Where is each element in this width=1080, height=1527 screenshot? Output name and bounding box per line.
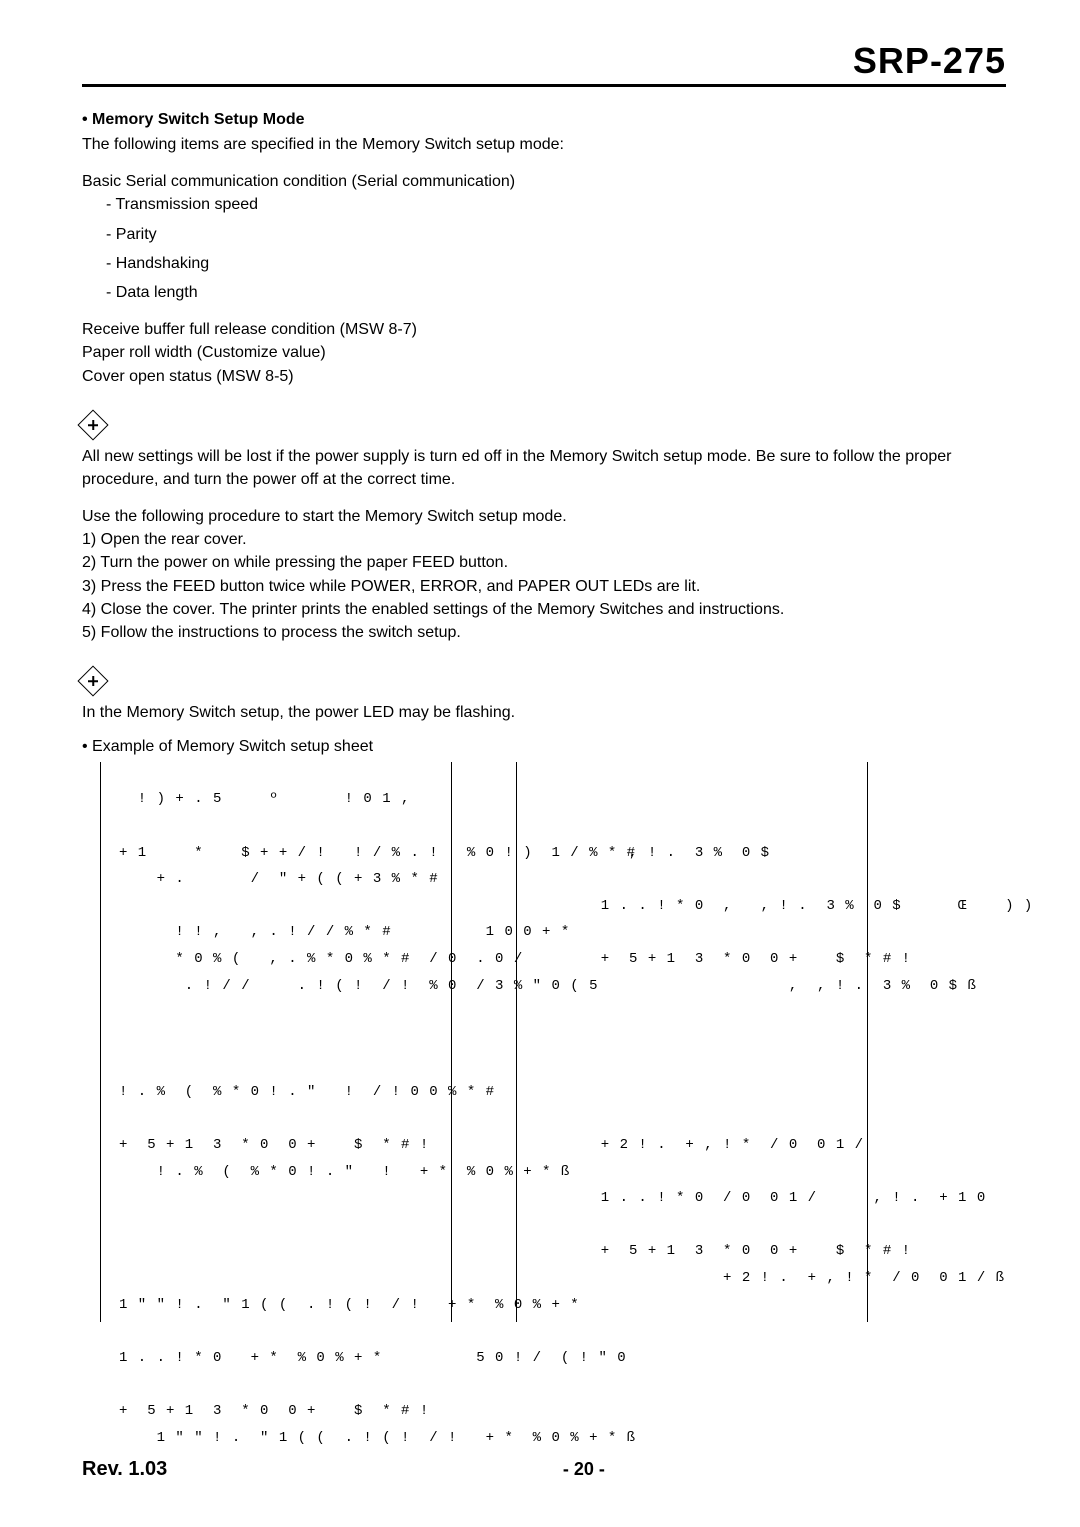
footer: Rev. 1.03 - 20 - .: [82, 1458, 1006, 1481]
procedure-step: 1) Open the rear cover.: [82, 528, 1006, 551]
procedure-step: 3) Press the FEED button twice while POW…: [82, 575, 1006, 598]
section-title: • Memory Switch Setup Mode: [82, 111, 1006, 129]
serial-item: - Parity: [106, 223, 1006, 246]
note-text: All new settings will be lost if the pow…: [82, 445, 1006, 491]
serial-intro: Basic Serial communication condition (Se…: [82, 170, 1006, 193]
procedure-step: 5) Follow the instructions to process th…: [82, 621, 1006, 644]
other-item: Receive buffer full release condition (M…: [82, 318, 1006, 341]
procedure-step: 4) Close the cover. The printer prints t…: [82, 598, 1006, 621]
page-number: - 20 -: [563, 1459, 605, 1480]
procedure-intro: Use the following procedure to start the…: [82, 505, 1006, 528]
serial-item: - Data length: [106, 281, 1006, 304]
sheet-left: ! ) + . 5 º ! 0 1 , + 1 * $ + + / ! ! / …: [100, 762, 452, 1322]
procedure-block: Use the following procedure to start the…: [82, 505, 1006, 644]
note-icon: [77, 409, 108, 440]
sheet-container: ! ) + . 5 º ! 0 1 , + 1 * $ + + / ! ! / …: [100, 762, 1006, 1322]
note-icon: [77, 666, 108, 697]
other-item: Cover open status (MSW 8-5): [82, 365, 1006, 388]
serial-item: - Handshaking: [106, 252, 1006, 275]
sheet-right: , ! . 3 % 0 $ 1 . . ! * 0 , , ! . 3 % 0 …: [516, 762, 868, 1322]
example-title: • Example of Memory Switch setup sheet: [82, 738, 1006, 756]
procedure-step: 2) Turn the power on while pressing the …: [82, 551, 1006, 574]
intro-text: The following items are specified in the…: [82, 133, 1006, 156]
other-item: Paper roll width (Customize value): [82, 341, 1006, 364]
serial-item: - Transmission speed: [106, 193, 1006, 216]
page: SRP-275 • Memory Switch Setup Mode The f…: [0, 0, 1080, 1527]
note-text: In the Memory Switch setup, the power LE…: [82, 701, 1006, 724]
revision-label: Rev. 1.03: [82, 1458, 167, 1481]
model-header: SRP-275: [82, 40, 1006, 87]
